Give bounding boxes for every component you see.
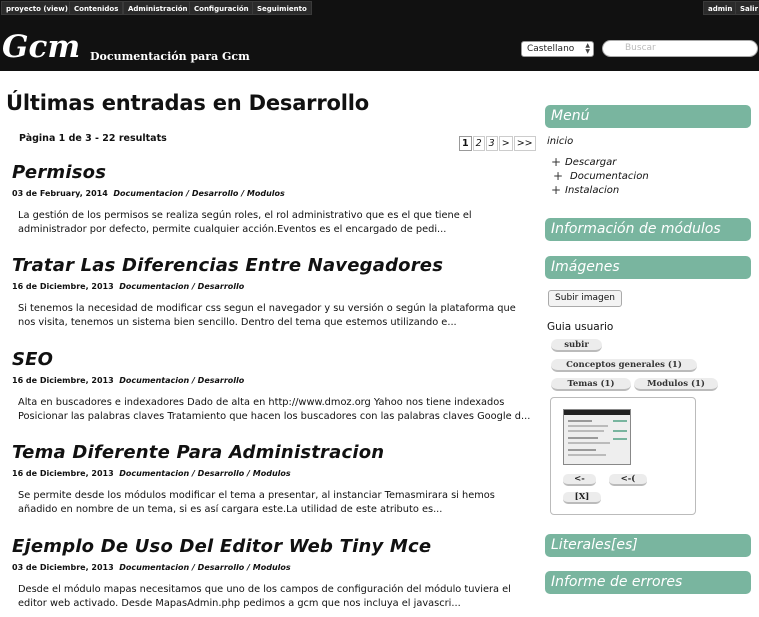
page-title: Últimas entradas en Desarrollo: [6, 91, 369, 115]
search-input[interactable]: Buscar: [602, 40, 758, 57]
site-tagline: Documentación para Gcm: [90, 50, 250, 63]
expand-plus-icon[interactable]: +: [551, 156, 561, 168]
entry-title-link[interactable]: Tema Diferente Para Administracion: [12, 442, 532, 463]
menu-link-documentacion[interactable]: Documentacion: [570, 171, 649, 182]
pagination-info: Pàgina 1 de 3 - 22 resultats: [19, 133, 167, 144]
page-last-link[interactable]: >>: [513, 136, 536, 151]
literals-heading: Literales[es]: [545, 534, 751, 557]
entry-categories[interactable]: Documentacion / Desarrollo: [119, 376, 244, 385]
entry-date: 16 de Diciembre, 2013: [12, 376, 114, 385]
entry-summary: Alta en buscadores e indexadores Dado de…: [18, 397, 531, 422]
expand-plus-icon[interactable]: +: [553, 170, 563, 182]
page-next-link[interactable]: >: [498, 136, 513, 151]
entry-categories[interactable]: Documentacion / Desarrollo / Modulos: [119, 469, 290, 478]
entry-meta: 03 de February, 2014 Documentacion / Des…: [12, 189, 285, 198]
toolbar-item-contenidos[interactable]: Contenidos: [69, 1, 124, 15]
menu-link-descargar[interactable]: Descargar: [565, 157, 616, 168]
modules-info-heading: Información de módulos: [545, 218, 751, 241]
entry-meta: 16 de Diciembre, 2013 Documentacion / De…: [12, 469, 291, 478]
entry-categories[interactable]: Documentacion / Desarrollo: [119, 282, 244, 291]
entry-title-link[interactable]: Permisos: [12, 162, 532, 183]
breadcrumb[interactable]: |-> inicio / Documentacion / Desarrollo: [0, 73, 194, 84]
entry-title-link[interactable]: Ejemplo De Uso Del Editor Web Tiny Mce: [12, 536, 532, 557]
toolbar-item-seguimiento[interactable]: Seguimiento: [252, 1, 312, 15]
guide-concepts-button[interactable]: Conceptos generales (1): [551, 359, 697, 372]
expand-plus-icon[interactable]: +: [551, 184, 561, 196]
guide-up-button[interactable]: subir: [551, 339, 602, 352]
page-link-2[interactable]: 2: [472, 136, 485, 151]
entry-summary: La gestión de los permisos se realiza se…: [18, 210, 472, 235]
entry-categories[interactable]: Documentacion / Desarrollo / Modulos: [113, 189, 284, 198]
entry-summary: Se permite desde los módulos modificar e…: [18, 490, 495, 515]
toolbar-item-configuracion[interactable]: Configuración: [189, 1, 254, 15]
error-report-heading: Informe de errores: [545, 571, 751, 594]
guide-label: Guia usuario: [547, 321, 614, 333]
entry-date: 16 de Diciembre, 2013: [12, 469, 114, 478]
entry-title-link[interactable]: SEO: [12, 349, 532, 370]
entry-summary: Si tenemos la necesidad de modificar css…: [18, 303, 516, 328]
entry-date: 03 de Diciembre, 2013: [12, 563, 114, 572]
toolbar-item-salir[interactable]: Salir: [735, 1, 759, 15]
menu-link-inicio[interactable]: inicio: [547, 136, 573, 147]
toolbar-item-admin[interactable]: admin: [703, 1, 738, 15]
delete-image-button[interactable]: [X]: [563, 492, 601, 504]
page-link-1[interactable]: 1: [459, 136, 472, 151]
blog-entry: Permisos 03 de February, 2014 Documentac…: [12, 162, 532, 235]
select-arrows-icon: ▲ ▼: [585, 42, 590, 55]
entry-meta: 16 de Diciembre, 2013 Documentacion / De…: [12, 282, 244, 291]
image-viewer: <- <-( [X]: [550, 397, 696, 515]
image-thumbnail[interactable]: [563, 409, 631, 465]
page-link-3[interactable]: 3: [485, 136, 498, 151]
entry-meta: 16 de Diciembre, 2013 Documentacion / De…: [12, 376, 244, 385]
pagination: 1 2 3 > >>: [459, 131, 537, 151]
images-heading: Imágenes: [545, 256, 751, 279]
blog-entry: Tema Diferente Para Administracion 16 de…: [12, 442, 532, 515]
insert-image-button[interactable]: <-: [563, 474, 596, 486]
menu-heading: Menú: [545, 105, 751, 128]
blog-entry: SEO 16 de Diciembre, 2013 Documentacion …: [12, 349, 532, 422]
insert-image-link-button[interactable]: <-(: [609, 474, 647, 486]
toolbar-item-administracion[interactable]: Administración: [123, 1, 193, 15]
guide-modules-button[interactable]: Modulos (1): [634, 378, 718, 391]
site-header: Gcm Documentación para Gcm Castellano ▲ ▼…: [0, 16, 759, 84]
language-select[interactable]: Castellano ▲ ▼: [521, 41, 594, 57]
guide-themes-button[interactable]: Temas (1): [551, 378, 631, 391]
language-select-value: Castellano: [527, 44, 575, 54]
entry-date: 03 de February, 2014: [12, 189, 108, 198]
menu-link-instalacion[interactable]: Instalacion: [565, 185, 619, 196]
toolbar-item-proyecto[interactable]: proyecto (view): [1, 1, 73, 15]
entry-meta: 03 de Diciembre, 2013 Documentacion / De…: [12, 563, 291, 572]
entry-summary: Desde el módulo mapas necesitamos que un…: [18, 584, 511, 609]
admin-toolbar: proyecto (view) Contenidos Administració…: [0, 0, 759, 16]
upload-image-button[interactable]: Subir imagen: [548, 290, 622, 307]
site-logo[interactable]: Gcm: [2, 31, 80, 64]
entry-categories[interactable]: Documentacion / Desarrollo / Modulos: [119, 563, 290, 572]
blog-entry: Ejemplo De Uso Del Editor Web Tiny Mce 0…: [12, 536, 532, 609]
entry-title-link[interactable]: Tratar Las Diferencias Entre Navegadores: [12, 255, 532, 276]
blog-entry: Tratar Las Diferencias Entre Navegadores…: [12, 255, 532, 328]
entry-date: 16 de Diciembre, 2013: [12, 282, 114, 291]
